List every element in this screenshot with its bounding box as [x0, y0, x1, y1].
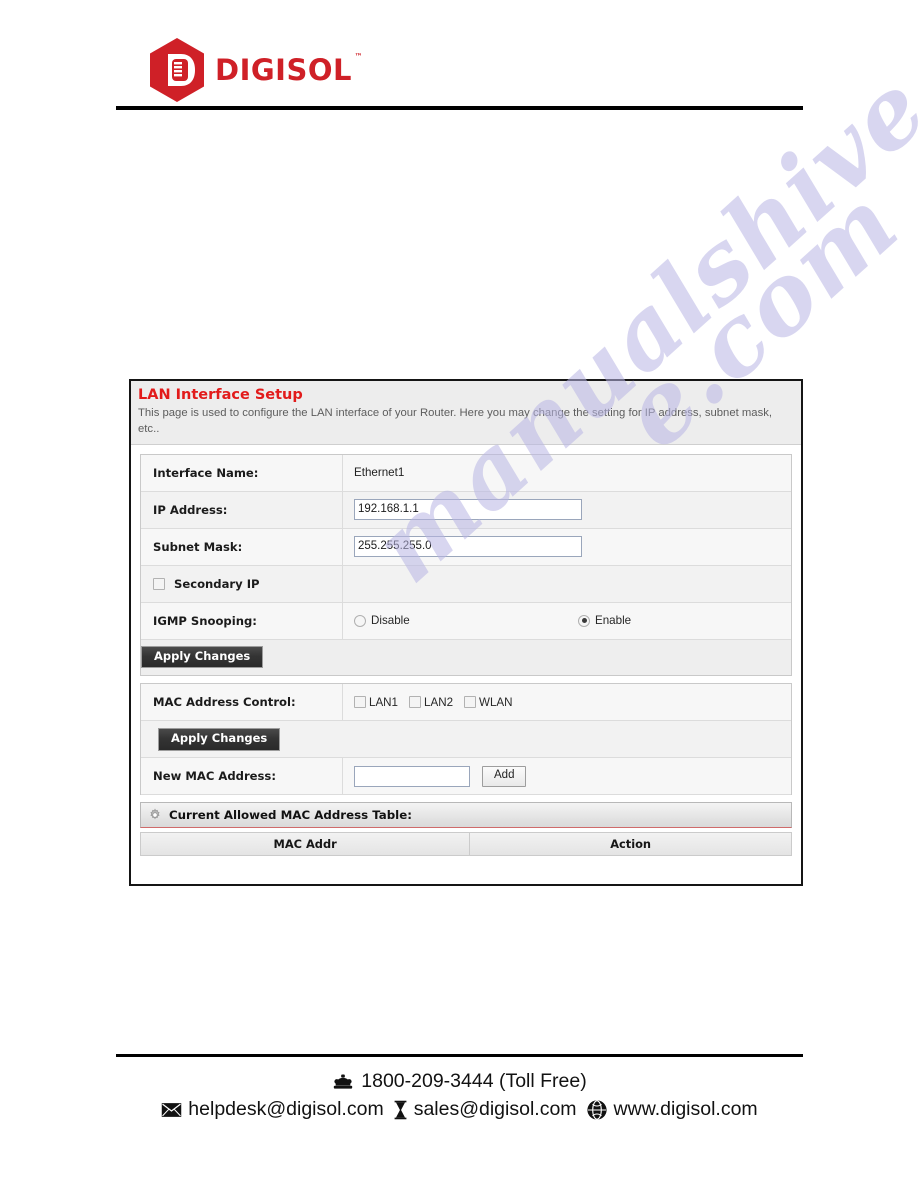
new-mac-address-value-cell: Add [343, 758, 791, 794]
footer-helpdesk-email: helpdesk@digisol.com [188, 1098, 384, 1120]
mac-control-wlan[interactable]: WLAN [464, 696, 513, 709]
mac-control-table: MAC Address Control: LAN1 LAN2 WLAN Appl… [140, 683, 792, 796]
page-header: DIGISOL ™ [116, 32, 802, 112]
envelope-icon [161, 1102, 182, 1118]
new-mac-address-label: New MAC Address: [141, 758, 343, 795]
apply-changes-button-2[interactable]: Apply Changes [158, 728, 281, 751]
row-mac-address-control: MAC Address Control: LAN1 LAN2 WLAN [141, 684, 791, 722]
mac-address-control-label: MAC Address Control: [141, 684, 343, 721]
apply-changes-bar-1: Apply Changes [140, 639, 792, 677]
trademark-symbol: ™ [354, 51, 363, 61]
lan2-label: LAN2 [424, 695, 454, 709]
row-subnet-mask: Subnet Mask: 255.255.255.0 [141, 528, 791, 566]
page-description: This page is used to configure the LAN i… [138, 407, 773, 435]
ip-address-label: IP Address: [141, 491, 343, 528]
apply-changes-2-spacer [343, 721, 791, 757]
gear-icon [148, 808, 162, 822]
ip-address-input[interactable]: 192.168.1.1 [354, 499, 582, 521]
globe-icon [586, 1099, 608, 1121]
row-new-mac-address: New MAC Address: Add [141, 758, 791, 796]
allowed-mac-table-section: Current Allowed MAC Address Table: MAC A… [140, 802, 792, 857]
footer-divider [116, 1054, 803, 1057]
digisol-hexagon-logo-icon [148, 37, 206, 103]
column-header-mac-addr: MAC Addr [141, 833, 471, 856]
digisol-logo: DIGISOL ™ [148, 37, 363, 103]
row-ip-address: IP Address: 192.168.1.1 [141, 491, 791, 529]
logo-wordmark: DIGISOL ™ [215, 52, 363, 87]
header-divider [116, 106, 803, 110]
lan2-checkbox[interactable] [409, 696, 422, 709]
wlan-checkbox[interactable] [464, 696, 477, 709]
column-header-action: Action [470, 833, 791, 856]
secondary-ip-label: Secondary IP [174, 576, 260, 591]
lan-interface-setup-panel: LAN Interface Setup This page is used to… [129, 379, 803, 886]
igmp-disable-radio[interactable] [354, 614, 366, 627]
envelope-icon [393, 1100, 408, 1120]
mac-control-checkbox-group: LAN1 LAN2 WLAN [354, 696, 513, 709]
logo-wordmark-text: DIGISOL [215, 52, 352, 87]
row-igmp-snooping: IGMP Snooping: Disable Enable [141, 602, 791, 640]
footer-helpdesk[interactable]: helpdesk@digisol.com [161, 1098, 384, 1121]
row-apply-changes-2: Apply Changes [141, 721, 791, 759]
new-mac-address-input[interactable] [354, 765, 470, 787]
secondary-ip-value-cell [343, 566, 791, 602]
panel-header: LAN Interface Setup This page is used to… [131, 381, 801, 445]
allowed-mac-table-columns: MAC Addr Action [140, 832, 792, 857]
interface-name-label: Interface Name: [141, 454, 343, 491]
footer-contacts-line: helpdesk@digisol.com sales@digisol.com w… [116, 1098, 803, 1121]
mac-control-checkbox-cell: LAN1 LAN2 WLAN [343, 684, 791, 720]
allowed-mac-table-title: Current Allowed MAC Address Table: [169, 808, 412, 823]
footer-phone-line: 1800-209-3444 (Toll Free) [116, 1070, 803, 1093]
igmp-option-disable[interactable]: Disable [343, 614, 567, 627]
secondary-ip-checkbox[interactable] [153, 577, 165, 590]
footer-sales-email: sales@digisol.com [413, 1098, 577, 1120]
igmp-enable-label: Enable [595, 614, 632, 628]
igmp-disable-label: Disable [371, 614, 410, 628]
footer-sales[interactable]: sales@digisol.com [393, 1098, 577, 1121]
ip-address-value-cell: 192.168.1.1 [343, 492, 791, 528]
secondary-ip-cell: Secondary IP [141, 565, 343, 602]
igmp-snooping-options: Disable Enable [343, 603, 791, 639]
lan1-label: LAN1 [369, 695, 399, 709]
igmp-option-enable[interactable]: Enable [567, 614, 791, 627]
allowed-mac-table-heading: Current Allowed MAC Address Table: [140, 802, 792, 829]
subnet-mask-input[interactable]: 255.255.255.0 [354, 536, 582, 558]
igmp-snooping-label: IGMP Snooping: [141, 602, 343, 639]
footer-website-text: www.digisol.com [613, 1098, 758, 1120]
row-interface-name: Interface Name: Ethernet1 [141, 454, 791, 492]
footer-phone-text: 1800-209-3444 (Toll Free) [361, 1070, 587, 1092]
wlan-label: WLAN [479, 695, 513, 709]
lan-settings-table: Interface Name: Ethernet1 IP Address: 19… [140, 453, 792, 640]
subnet-mask-label: Subnet Mask: [141, 528, 343, 565]
telephone-icon [332, 1072, 354, 1091]
row-secondary-ip: Secondary IP [141, 565, 791, 603]
subnet-mask-value-cell: 255.255.255.0 [343, 529, 791, 565]
lan1-checkbox[interactable] [354, 696, 366, 709]
apply-changes-button-1[interactable]: Apply Changes [141, 645, 264, 669]
mac-control-lan2[interactable]: LAN2 [409, 696, 453, 709]
mac-control-lan1[interactable]: LAN1 [354, 696, 398, 709]
page-title: LAN Interface Setup [138, 387, 303, 403]
footer-website[interactable]: www.digisol.com [586, 1098, 758, 1121]
igmp-enable-radio[interactable] [578, 614, 590, 627]
interface-name-value: Ethernet1 [354, 466, 405, 480]
apply-changes-2-cell: Apply Changes [141, 721, 343, 757]
add-mac-button[interactable]: Add [482, 766, 527, 787]
page-footer: 1800-209-3444 (Toll Free) helpdesk@digis… [116, 1070, 803, 1121]
